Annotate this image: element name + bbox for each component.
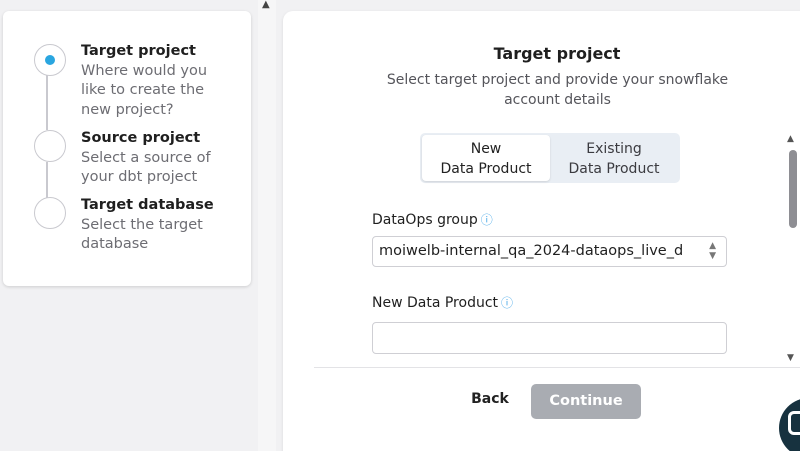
stepper-connector [46, 162, 48, 198]
step-target-database[interactable]: Target database Select the target databa… [81, 196, 231, 255]
toggle-label-line1: New [470, 141, 502, 157]
step-title: Target project [81, 43, 196, 59]
step-description: Select the target database [81, 216, 203, 253]
toggle-existing-data-product[interactable]: Existing Data Product [550, 135, 678, 181]
toggle-label-line2: Data Product [568, 161, 660, 177]
panel-scrollbar-track[interactable] [258, 0, 276, 451]
dataops-group-label-text: DataOps group [372, 212, 478, 228]
page-subtitle: Select target project and provide your s… [386, 72, 729, 108]
back-button[interactable]: Back [462, 391, 518, 407]
footer-divider [314, 367, 800, 368]
step-description: Select a source of your dbt project [81, 149, 211, 186]
scrollbar-thumb[interactable] [789, 150, 797, 228]
scroll-down-arrow-icon[interactable]: ▼ [787, 353, 794, 363]
toggle-label-line1: Existing [586, 141, 642, 157]
chat-bubble-icon [788, 411, 800, 435]
dataops-group-select[interactable]: moiwelb-internal_qa_2024-dataops_live_d … [372, 236, 727, 267]
chevron-up-down-icon: ▲ ▼ [709, 241, 716, 261]
step-title: Target database [81, 197, 214, 213]
continue-button[interactable]: Continue [531, 384, 641, 419]
step-indicator [34, 130, 66, 162]
new-data-product-input[interactable] [372, 322, 727, 354]
info-icon[interactable]: ⓘ [481, 213, 493, 227]
info-icon[interactable]: ⓘ [501, 296, 513, 310]
step-source-project[interactable]: Source project Select a source of your d… [81, 129, 231, 188]
dataops-group-value: moiwelb-internal_qa_2024-dataops_live_d [379, 243, 684, 259]
step-description: Where would you like to create the new p… [81, 62, 208, 118]
new-data-product-label: New Data Product ⓘ [372, 294, 513, 311]
step-indicator-active [34, 44, 66, 76]
product-type-toggle: New Data Product Existing Data Product [420, 133, 680, 183]
toggle-new-data-product[interactable]: New Data Product [422, 135, 550, 181]
step-target-project[interactable]: Target project Where would you like to c… [81, 42, 231, 120]
step-title: Source project [81, 130, 201, 146]
page-title: Target project [493, 44, 621, 63]
scroll-up-arrow-icon[interactable]: ▲ [787, 134, 794, 144]
scroll-up-arrow-icon[interactable]: ▲ [262, 0, 270, 10]
toggle-label-line2: Data Product [440, 161, 532, 177]
new-data-product-label-text: New Data Product [372, 295, 499, 311]
stepper-connector [46, 75, 48, 130]
dataops-group-label: DataOps group ⓘ [372, 211, 493, 228]
step-indicator [34, 197, 66, 229]
